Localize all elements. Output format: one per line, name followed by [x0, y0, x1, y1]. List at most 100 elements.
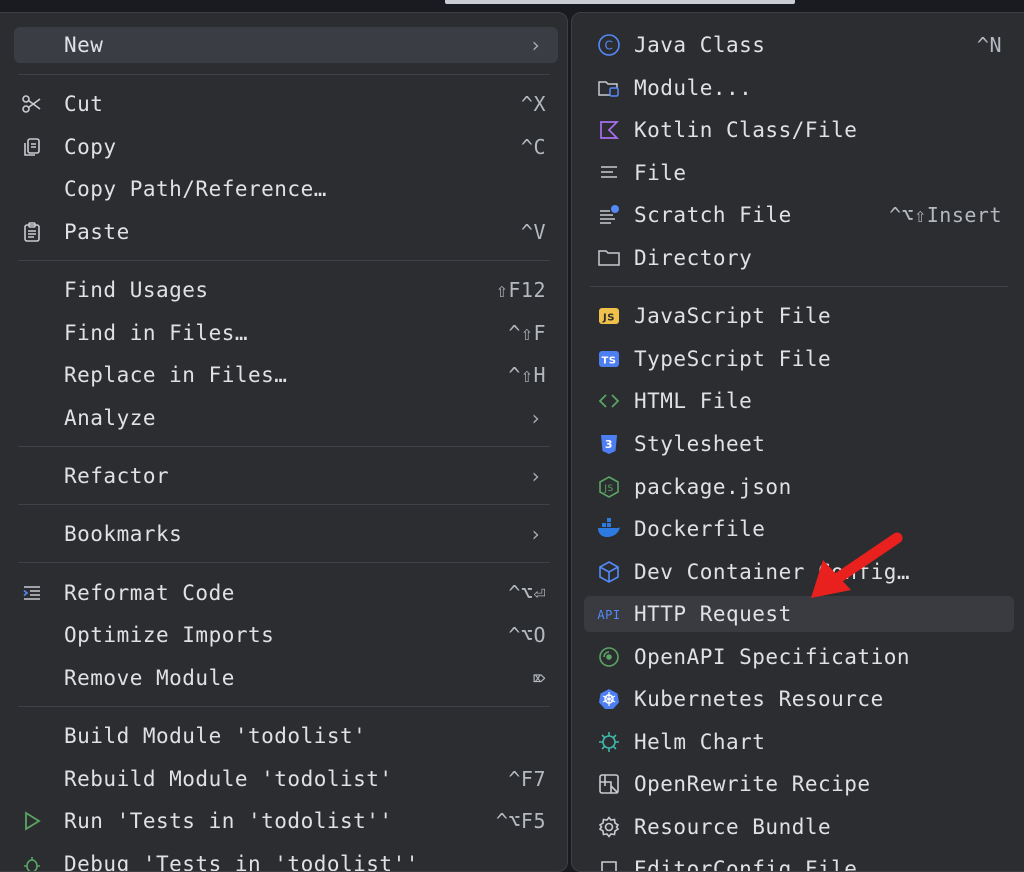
- menu-item-bookmarks[interactable]: Bookmarks ›: [14, 516, 558, 552]
- menu-item-label: File: [634, 161, 687, 185]
- menu-item-directory[interactable]: Directory: [584, 240, 1014, 276]
- menu-item-java-class[interactable]: C Java Class ^N: [584, 27, 1014, 63]
- shortcut-label: ^⌥O: [508, 623, 546, 647]
- debug-icon: [18, 850, 46, 871]
- shortcut-label: ^⇧H: [508, 363, 546, 387]
- menu-item-dockerfile[interactable]: Dockerfile: [584, 511, 1014, 547]
- scratch-file-icon: [595, 201, 623, 229]
- menu-item-scratch-file[interactable]: Scratch File ^⌥⇧Insert: [584, 197, 1014, 233]
- menu-item-openapi[interactable]: OpenAPI Specification: [584, 639, 1014, 675]
- menu-item-label: Copy: [64, 135, 117, 159]
- menu-separator: [18, 74, 550, 75]
- paste-icon: [18, 218, 46, 246]
- submenu-arrow-icon: ›: [529, 33, 542, 57]
- menu-item-label: Dockerfile: [634, 517, 766, 541]
- openapi-icon: [595, 643, 623, 671]
- menu-item-label: Reformat Code: [64, 581, 235, 605]
- menu-item-helm-chart[interactable]: Helm Chart: [584, 724, 1014, 760]
- menu-item-refactor[interactable]: Refactor ›: [14, 458, 558, 494]
- menu-item-find-usages[interactable]: Find Usages ⇧F12: [14, 272, 558, 308]
- menu-item-dev-container-config[interactable]: Dev Container Config…: [584, 554, 1014, 590]
- menu-item-html-file[interactable]: HTML File: [584, 383, 1014, 419]
- menu-item-remove-module[interactable]: Remove Module ⌦: [14, 660, 558, 696]
- menu-item-label: EditorConfig File: [634, 857, 858, 872]
- menu-item-label: Copy Path/Reference…: [64, 177, 327, 201]
- docker-icon: [595, 515, 623, 543]
- menu-separator: [18, 504, 550, 505]
- typescript-icon: TS: [595, 345, 623, 373]
- window-top-strip: [445, 0, 795, 4]
- menu-item-debug-tests[interactable]: Debug 'Tests in 'todolist'': [14, 846, 558, 872]
- menu-item-javascript-file[interactable]: JS JavaScript File: [584, 298, 1014, 334]
- menu-item-editorconfig[interactable]: EditorConfig File: [584, 851, 1014, 872]
- menu-item-file[interactable]: File: [584, 155, 1014, 191]
- menu-item-stylesheet[interactable]: 3 Stylesheet: [584, 426, 1014, 462]
- menu-item-build-module[interactable]: Build Module 'todolist': [14, 718, 558, 754]
- menu-item-label: TypeScript File: [634, 347, 832, 371]
- menu-item-optimize-imports[interactable]: Optimize Imports ^⌥O: [14, 617, 558, 653]
- helm-icon: [595, 728, 623, 756]
- menu-item-paste[interactable]: Paste ^V: [14, 214, 558, 250]
- menu-item-copy-path[interactable]: Copy Path/Reference…: [14, 171, 558, 207]
- menu-item-label: Rebuild Module 'todolist': [64, 767, 393, 791]
- css-icon: 3: [595, 430, 623, 458]
- menu-item-kotlin[interactable]: Kotlin Class/File: [584, 112, 1014, 148]
- shortcut-label: ^C: [520, 135, 546, 159]
- menu-item-package-json[interactable]: JS package.json: [584, 469, 1014, 505]
- menu-item-label: Scratch File: [634, 203, 792, 227]
- shortcut-label: ⇧F12: [495, 278, 546, 302]
- menu-item-label: Find in Files…: [64, 321, 249, 345]
- context-menu: New › Cut ^X Copy ^C Copy Path/Reference…: [0, 12, 568, 872]
- submenu-arrow-icon: ›: [529, 406, 542, 430]
- run-icon: [18, 807, 46, 835]
- copy-icon: [18, 133, 46, 161]
- text-file-icon: [595, 159, 623, 187]
- shortcut-label: ^X: [520, 92, 546, 116]
- menu-item-label: package.json: [634, 475, 792, 499]
- shortcut-label: ^F7: [508, 767, 546, 791]
- menu-item-module[interactable]: Module...: [584, 70, 1014, 106]
- menu-item-label: Run 'Tests in 'todolist'': [64, 809, 393, 833]
- menu-item-label: JavaScript File: [634, 304, 832, 328]
- editorconfig-icon: [595, 855, 623, 871]
- svg-text:JS: JS: [602, 313, 615, 324]
- menu-item-label: Kotlin Class/File: [634, 118, 858, 142]
- menu-item-reformat-code[interactable]: Reformat Code ^⌥⏎: [14, 575, 558, 611]
- svg-text:TS: TS: [601, 356, 616, 367]
- new-submenu: C Java Class ^N Module... Kotlin Class/F…: [571, 12, 1024, 872]
- menu-item-kubernetes[interactable]: Kubernetes Resource: [584, 681, 1014, 717]
- menu-item-label: Java Class: [634, 33, 766, 57]
- menu-item-new[interactable]: New ›: [14, 27, 558, 63]
- menu-item-label: Debug 'Tests in 'todolist'': [64, 852, 419, 872]
- menu-item-cut[interactable]: Cut ^X: [14, 86, 558, 122]
- menu-item-typescript-file[interactable]: TS TypeScript File: [584, 341, 1014, 377]
- nodejs-icon: JS: [595, 473, 623, 501]
- menu-item-label: Stylesheet: [634, 432, 766, 456]
- menu-item-label: Replace in Files…: [64, 363, 288, 387]
- shortcut-label: ^⌥⇧Insert: [889, 203, 1002, 227]
- menu-item-openrewrite[interactable]: OpenRewrite Recipe: [584, 766, 1014, 802]
- gear-icon: [595, 813, 623, 841]
- menu-item-copy[interactable]: Copy ^C: [14, 129, 558, 165]
- module-folder-icon: [595, 74, 623, 102]
- menu-item-http-request[interactable]: API HTTP Request: [584, 596, 1014, 632]
- menu-item-label: Module...: [634, 76, 753, 100]
- shortcut-label: ⌦: [533, 666, 546, 690]
- menu-item-find-in-files[interactable]: Find in Files… ^⇧F: [14, 315, 558, 351]
- kubernetes-icon: [595, 685, 623, 713]
- menu-item-label: Refactor: [64, 464, 170, 488]
- menu-item-replace-in-files[interactable]: Replace in Files… ^⇧H: [14, 357, 558, 393]
- menu-item-label: Optimize Imports: [64, 623, 275, 647]
- menu-item-rebuild-module[interactable]: Rebuild Module 'todolist' ^F7: [14, 761, 558, 797]
- annotation-arrow-icon: [805, 528, 905, 604]
- menu-separator: [18, 446, 550, 447]
- menu-item-run-tests[interactable]: Run 'Tests in 'todolist'' ^⌥F5: [14, 803, 558, 839]
- menu-separator: [18, 706, 550, 707]
- menu-separator: [18, 562, 550, 563]
- reformat-icon: [18, 579, 46, 607]
- menu-item-label: Cut: [64, 92, 104, 116]
- menu-item-label: Analyze: [64, 406, 157, 430]
- menu-item-label: Directory: [634, 246, 753, 270]
- menu-item-analyze[interactable]: Analyze ›: [14, 400, 558, 436]
- menu-item-resource-bundle[interactable]: Resource Bundle: [584, 809, 1014, 845]
